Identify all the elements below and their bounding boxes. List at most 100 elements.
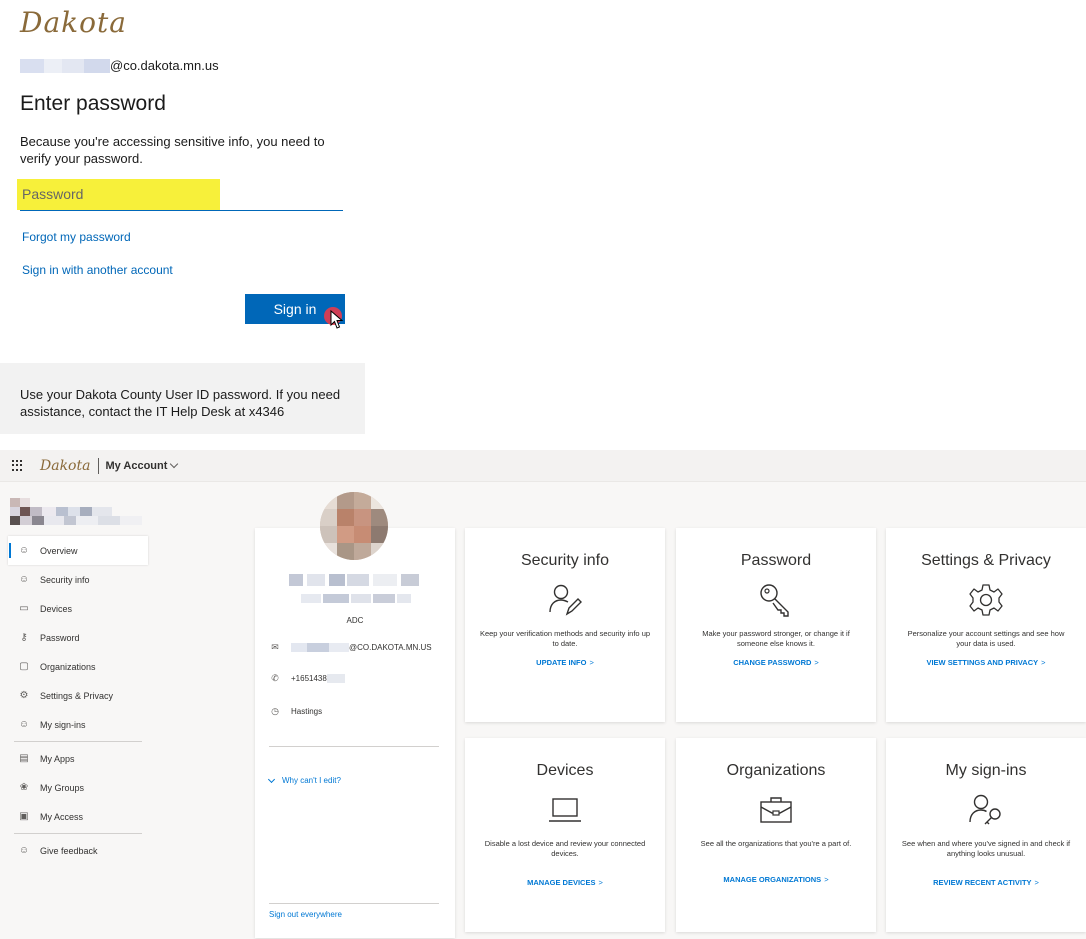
tile-title: Settings & Privacy bbox=[921, 552, 1051, 569]
feedback-icon: ☺ bbox=[18, 845, 30, 856]
mouse-cursor-icon bbox=[330, 310, 344, 329]
tile-description: See all the organizations that you're a … bbox=[700, 839, 852, 848]
tile-organizations: Organizations See all the organizations … bbox=[676, 738, 876, 932]
redacted-email bbox=[307, 642, 329, 652]
nav-item-label: My Groups bbox=[40, 782, 85, 793]
tile-link-label: VIEW SETTINGS AND PRIVACY bbox=[926, 658, 1039, 667]
my-account-menu[interactable]: My Account bbox=[105, 460, 167, 472]
clock-icon: ◷ bbox=[271, 705, 279, 716]
chevron-down-icon[interactable] bbox=[170, 459, 179, 468]
top-bar: Dakota My Account bbox=[0, 450, 1086, 482]
redacted-name bbox=[373, 574, 397, 586]
password-input[interactable] bbox=[20, 178, 343, 211]
nav-item-security-info[interactable]: ☺ Security info bbox=[8, 565, 148, 594]
redacted-profile-name bbox=[10, 498, 142, 526]
tile-title: Security info bbox=[520, 552, 610, 569]
divider bbox=[98, 457, 100, 474]
chevron-right-icon: > bbox=[1034, 878, 1039, 887]
another-account-link[interactable]: Sign in with another account bbox=[22, 263, 173, 277]
manage-devices-link[interactable]: MANAGE DEVICES > bbox=[465, 878, 665, 887]
update-info-link[interactable]: UPDATE INFO > bbox=[465, 658, 665, 667]
dakota-logo-small: Dakota bbox=[40, 457, 91, 474]
chevron-right-icon: > bbox=[814, 658, 819, 667]
redacted-title bbox=[323, 594, 349, 603]
nav-item-overview[interactable]: ☺ Overview bbox=[8, 536, 148, 565]
nav-item-organizations[interactable]: ▢ Organizations bbox=[8, 652, 148, 681]
my-account-page: Dakota My Account ☺ Overview ☺ Security … bbox=[0, 450, 1086, 939]
redacted-name bbox=[347, 574, 369, 586]
redacted-name bbox=[329, 574, 345, 586]
tile-password: Password Make your password stronger, or… bbox=[676, 528, 876, 722]
change-password-link[interactable]: CHANGE PASSWORD > bbox=[676, 658, 876, 667]
security-info-icon bbox=[549, 584, 582, 616]
nav-item-label: Settings & Privacy bbox=[40, 690, 114, 701]
redacted-username-part bbox=[84, 58, 110, 73]
chevron-right-icon: > bbox=[598, 878, 603, 887]
profile-location: ◷ Hastings bbox=[269, 706, 322, 716]
why-cant-edit-label: Why can't I edit? bbox=[282, 776, 341, 785]
review-recent-activity-link[interactable]: REVIEW RECENT ACTIVITY > bbox=[886, 878, 1086, 887]
tile-description: Make your password stronger, or change i… bbox=[702, 629, 850, 648]
redacted-email bbox=[329, 642, 349, 652]
nav-item-give-feedback[interactable]: ☺ Give feedback bbox=[8, 836, 148, 865]
person-icon: ☺ bbox=[18, 545, 30, 556]
account-email: @co.dakota.mn.us bbox=[20, 58, 219, 73]
nav-item-label: My sign-ins bbox=[40, 719, 86, 730]
left-nav: ☺ Overview ☺ Security info ▭ Devices ⚷ P… bbox=[8, 536, 148, 865]
nav-item-my-groups[interactable]: ❀ My Groups bbox=[8, 773, 148, 802]
sign-out-everywhere-link[interactable]: Sign out everywhere bbox=[269, 910, 342, 919]
tile-description: Disable a lost device and review your co… bbox=[484, 839, 646, 858]
email-domain: @co.dakota.mn.us bbox=[110, 58, 219, 73]
org-label: ADC bbox=[346, 616, 364, 625]
tile-description: Keep your verification methods and secur… bbox=[479, 629, 651, 648]
profile-email: ✉ @CO.DAKOTA.MN.US bbox=[269, 642, 432, 652]
profile-card: ADC ✉ @CO.DAKOTA.MN.US ✆ +1651438 ◷ Hast… bbox=[255, 528, 455, 938]
view-settings-privacy-link[interactable]: VIEW SETTINGS AND PRIVACY > bbox=[886, 658, 1086, 667]
tile-link-label: UPDATE INFO bbox=[536, 658, 587, 667]
redacted-name bbox=[401, 574, 419, 586]
laptop-icon: ▭ bbox=[19, 603, 29, 614]
tile-description: See when and where you've signed in and … bbox=[901, 839, 1071, 858]
nav-item-label: Password bbox=[40, 632, 80, 643]
nav-item-my-sign-ins[interactable]: ☺ My sign-ins bbox=[8, 710, 148, 739]
nav-item-my-apps[interactable]: ▤ My Apps bbox=[8, 744, 148, 773]
manage-organizations-link[interactable]: MANAGE ORGANIZATIONS > bbox=[676, 875, 876, 884]
tile-title: My sign-ins bbox=[945, 762, 1027, 779]
nav-item-my-access[interactable]: ▣ My Access bbox=[8, 802, 148, 831]
tile-title: Organizations bbox=[726, 762, 826, 779]
gear-icon: ⚙ bbox=[19, 690, 29, 701]
nav-item-label: Devices bbox=[40, 603, 73, 614]
nav-item-label: Organizations bbox=[40, 661, 96, 672]
apps-icon: ▤ bbox=[19, 753, 29, 764]
forgot-password-link[interactable]: Forgot my password bbox=[22, 230, 131, 244]
nav-item-password[interactable]: ⚷ Password bbox=[8, 623, 148, 652]
redacted-email bbox=[291, 642, 307, 652]
redacted-username bbox=[20, 58, 44, 73]
nav-item-devices[interactable]: ▭ Devices bbox=[8, 594, 148, 623]
tile-settings-privacy: Settings & Privacy Personalize your acco… bbox=[886, 528, 1086, 722]
redacted-username-part bbox=[62, 58, 84, 73]
redacted-title bbox=[301, 594, 321, 603]
tile-description: Personalize your account settings and se… bbox=[907, 629, 1065, 648]
nav-item-settings-privacy[interactable]: ⚙ Settings & Privacy bbox=[8, 681, 148, 710]
tile-link-label: MANAGE ORGANIZATIONS bbox=[723, 875, 822, 884]
briefcase-icon bbox=[760, 797, 792, 823]
why-cant-edit-link[interactable]: Why can't I edit? bbox=[267, 775, 341, 785]
nav-item-label: Give feedback bbox=[40, 845, 98, 856]
tile-security-info: Security info Keep your verification met… bbox=[465, 528, 665, 722]
redacted-title bbox=[373, 594, 395, 603]
chevron-right-icon: > bbox=[824, 875, 829, 884]
sign-ins-icon bbox=[969, 794, 1001, 825]
tile-title: Password bbox=[740, 552, 812, 569]
dakota-logo: Dakota bbox=[20, 6, 127, 39]
app-launcher-icon[interactable] bbox=[12, 459, 24, 472]
profile-location-text: Hastings bbox=[291, 706, 323, 716]
nav-divider bbox=[14, 833, 142, 834]
tile-link-label: CHANGE PASSWORD bbox=[733, 658, 812, 667]
profile-phone: ✆ +1651438 bbox=[269, 673, 345, 683]
redacted-name bbox=[307, 574, 325, 586]
phone-icon: ✆ bbox=[271, 672, 279, 683]
chevron-right-icon: > bbox=[589, 658, 594, 667]
tile-title: Devices bbox=[536, 762, 594, 779]
sign-ins-icon: ☺ bbox=[18, 719, 30, 730]
